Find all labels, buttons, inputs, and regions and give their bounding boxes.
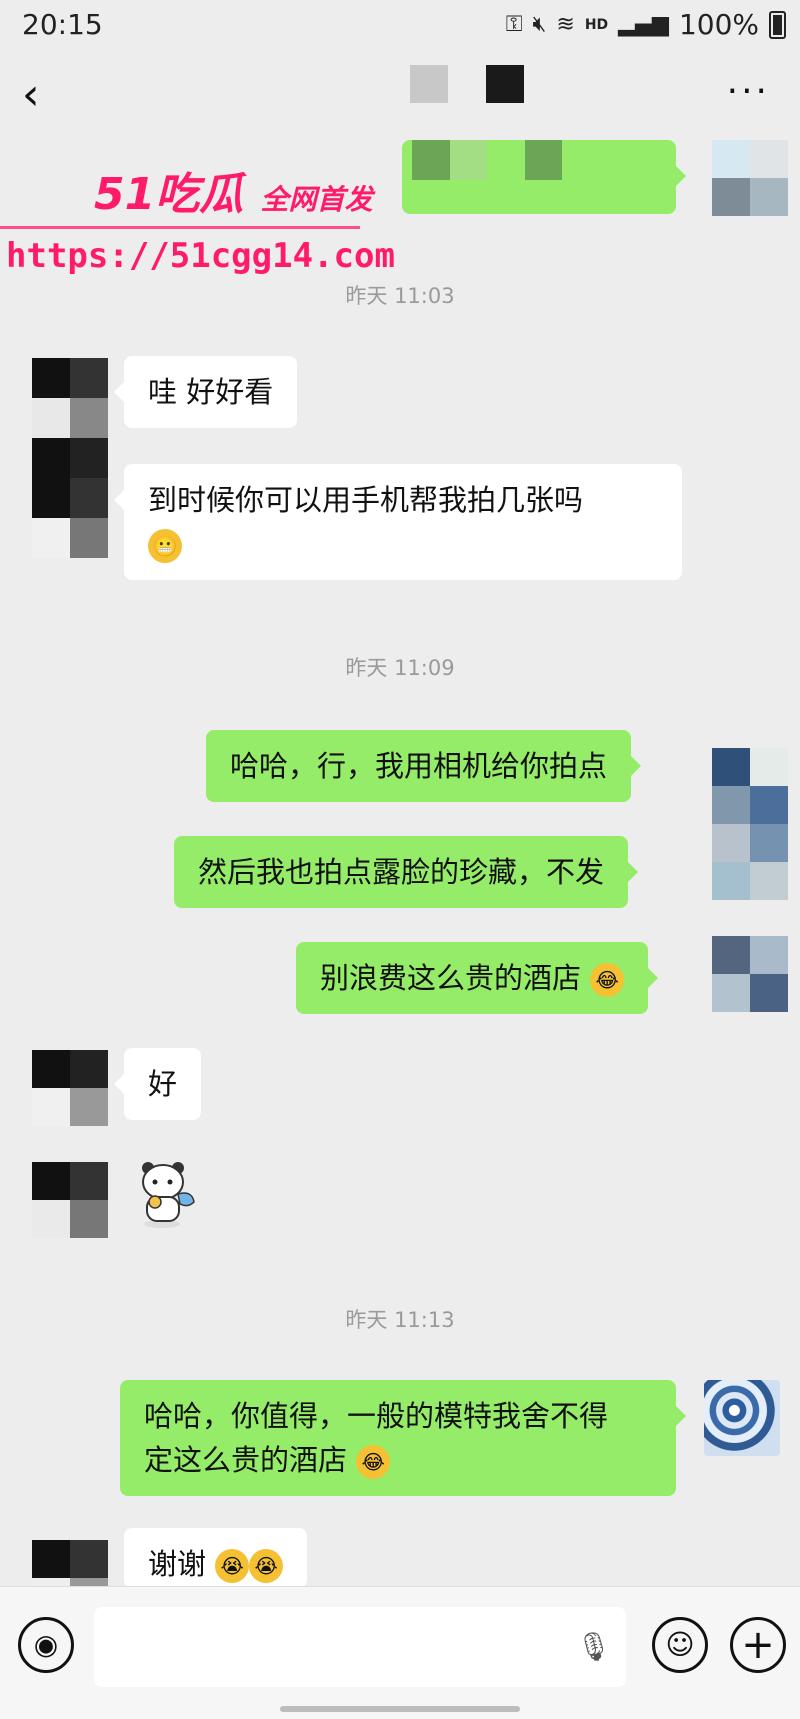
watermark-slogan: 全网首发	[260, 183, 373, 216]
crying-emoji-icon: 😭	[215, 1549, 250, 1583]
received-message[interactable]: 到时候你可以用手机帮我拍几张吗 😬	[114, 464, 682, 580]
grimace-emoji-icon: 😬	[148, 529, 182, 563]
mute-icon: 🔇︎	[532, 12, 547, 37]
watermark-brand-number: 51	[94, 169, 156, 220]
message-text: 哈哈，行，我用相机给你拍点	[230, 749, 608, 783]
input-bar: ◉ 🎙︎ ☺ +	[0, 1586, 800, 1719]
laugh-cry-emoji-icon: 😂	[590, 963, 625, 997]
message-text: 到时候你可以用手机帮我拍几张吗	[148, 483, 584, 517]
time-separator: 昨天 11:13	[345, 1308, 455, 1332]
signal-icon: ▂▄▆	[618, 12, 669, 37]
crying-emoji-icon: 😭	[249, 1549, 284, 1583]
battery-icon	[769, 10, 786, 39]
sent-message[interactable]: 然后我也拍点露脸的珍藏，不发	[174, 836, 639, 908]
wifi-icon: ≋	[556, 12, 575, 37]
microphone-icon[interactable]: 🎙︎	[576, 1627, 612, 1667]
panda-sticker[interactable]	[138, 1158, 200, 1230]
received-message[interactable]: 谢谢 😭 😭	[124, 1528, 308, 1588]
contact-avatar[interactable]	[32, 1162, 108, 1238]
message-input[interactable]	[94, 1607, 626, 1687]
sent-message[interactable]: 别浪费这么贵的酒店 😂	[296, 942, 659, 1014]
plus-icon[interactable]: +	[730, 1617, 786, 1673]
more-icon[interactable]: ···	[727, 72, 770, 112]
message-text-line1: 哈哈，你值得，一般的模特我舍不得	[144, 1399, 609, 1433]
sent-image-bubble[interactable]	[402, 140, 686, 214]
message-text: 好	[148, 1067, 178, 1101]
time-separator: 昨天 11:09	[345, 656, 455, 680]
message-text: 别浪费这么贵的酒店	[320, 961, 582, 995]
contact-avatar[interactable]	[32, 358, 108, 558]
laugh-cry-emoji-icon: 😂	[356, 1445, 391, 1479]
contact-name-redacted-1	[410, 65, 448, 103]
sent-message[interactable]: 哈哈，你值得，一般的模特我舍不得 定这么贵的酒店 😂	[120, 1380, 686, 1496]
battery-percent: 100%	[678, 8, 759, 41]
self-avatar[interactable]	[712, 936, 788, 1012]
watermark-brand: 51吃瓜 全网首发	[94, 158, 373, 222]
time-separator: 昨天 11:03	[345, 284, 455, 308]
emoji-icon[interactable]: ☺	[652, 1617, 708, 1673]
watermark-divider	[0, 226, 360, 229]
contact-name-redacted-2	[486, 65, 524, 103]
message-text-line2: 定这么贵的酒店	[144, 1443, 348, 1477]
home-indicator[interactable]	[280, 1706, 520, 1712]
received-message[interactable]: 哇 好好看	[113, 356, 298, 428]
voice-icon[interactable]: ◉	[18, 1617, 74, 1673]
hd-label: HD	[584, 16, 609, 33]
received-message[interactable]: 好	[113, 1048, 202, 1120]
status-bar: 20:15 ⚿ 🔇︎ ≋ HD ▂▄▆ 100%	[0, 0, 800, 50]
status-time: 20:15	[22, 8, 103, 41]
chevron-left-icon[interactable]: ‹	[22, 72, 62, 118]
message-text: 然后我也拍点露脸的珍藏，不发	[198, 855, 605, 889]
watermark-url: https://51cgg14.com	[6, 236, 395, 276]
message-text: 哇 好好看	[148, 375, 274, 409]
key-icon: ⚿	[505, 12, 523, 37]
blurred-image	[412, 140, 562, 180]
self-avatar[interactable]	[712, 140, 788, 216]
watermark-brand-text: 吃瓜	[155, 169, 244, 220]
contact-avatar[interactable]	[32, 1050, 108, 1126]
sent-message[interactable]: 哈哈，行，我用相机给你拍点	[206, 730, 642, 802]
chat-header: ‹ ···	[0, 50, 800, 140]
status-icons: ⚿ 🔇︎ ≋ HD ▂▄▆ 100%	[506, 8, 786, 41]
self-avatar[interactable]	[712, 748, 788, 900]
self-avatar[interactable]	[704, 1380, 780, 1456]
message-text: 谢谢	[148, 1547, 207, 1581]
